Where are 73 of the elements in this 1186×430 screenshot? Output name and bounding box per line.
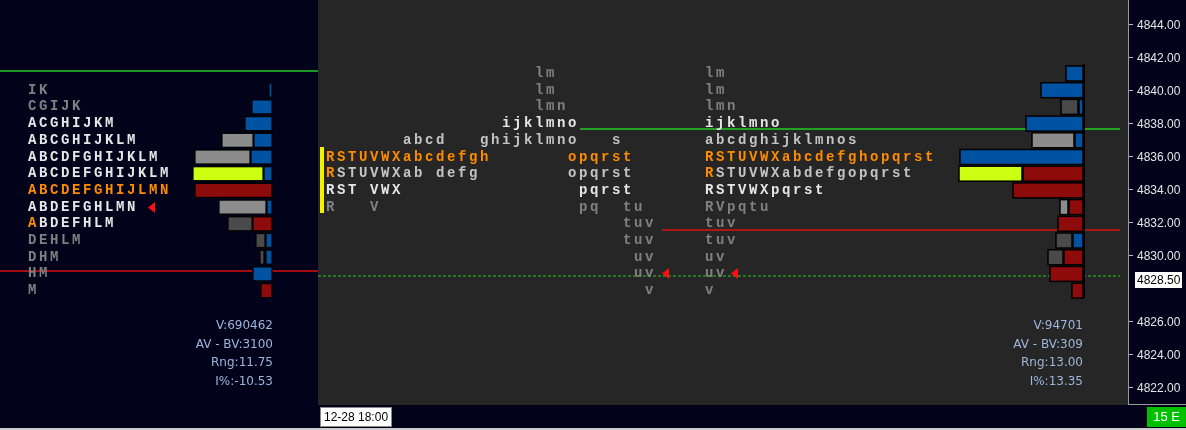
profile-stat: AV - BV:309: [1013, 335, 1083, 353]
profile-stat: V:94701: [1033, 317, 1083, 334]
profile-stat: V:690462: [215, 317, 273, 334]
tpo-letters: opqrst: [568, 165, 634, 182]
tpo-letters: CGIJK: [28, 98, 83, 116]
price-label: 4832.00: [1137, 215, 1181, 231]
tpo-letters: defg: [436, 165, 480, 182]
tpo-letters: ijklmno: [705, 115, 782, 132]
tpo-letters: ABDEFGHLMN: [28, 198, 138, 216]
price-label: 4830.00: [1137, 248, 1181, 264]
tpo-letters: ACGHIJKM: [28, 115, 116, 132]
profile-stat: I%:13.35: [1029, 372, 1083, 390]
tpo-letters: RSTUVWXab: [326, 165, 426, 182]
tpo-letters: abcdghijklmnos: [705, 131, 860, 149]
tpo-letters: v: [705, 282, 716, 299]
tpo-letters: uv: [634, 265, 656, 283]
tpo-letters: M: [28, 282, 39, 299]
time-cursor-label: 12-28 18:00: [320, 406, 393, 427]
price-label: 4834.00: [1137, 182, 1181, 198]
range-bar: [320, 147, 324, 213]
tpo-letters: lm: [705, 81, 727, 99]
tpo-letters: RSTUVWXabdefgopqrst: [705, 165, 915, 182]
tpo-letters: VWX: [370, 181, 403, 199]
price-label: 4822.00: [1137, 380, 1181, 396]
tpo-letters: ijklmno: [502, 115, 579, 132]
tpo-letters: DEHLM: [28, 232, 83, 249]
tpo-letters: lm: [705, 65, 727, 82]
tpo-letters: ghijklmno: [480, 131, 579, 149]
tpo-letters: uv: [705, 248, 727, 266]
tpo-letters: RST: [326, 181, 359, 199]
tpo-letters: ABCDEFGHIJKLM: [28, 165, 172, 182]
price-label: 4840.00: [1137, 83, 1181, 99]
profile-stat: I%:-10.53: [215, 372, 273, 390]
price-label: 4838.00: [1137, 116, 1181, 132]
tpo-letters: pq: [579, 198, 601, 216]
status-badge: 15 E: [1147, 406, 1186, 427]
profile-stat: Rng:11.75: [211, 354, 273, 371]
profile-stat: AV - BV:3100: [195, 335, 273, 353]
tpo-letters: RSTUVWXabcdefgh: [326, 148, 492, 166]
tpo-letters: RSTUVWXabcdefghopqrst: [705, 148, 937, 166]
tpo-letters: ABCDEFGHIJLMN: [28, 181, 172, 199]
tpo-letters: v: [645, 282, 656, 299]
tpo-letters: tu: [623, 198, 645, 216]
tpo-letters: uv: [705, 265, 727, 283]
tpo-letters: lmn: [535, 98, 568, 116]
price-label: 4826.00: [1137, 314, 1181, 330]
tpo-letters: tuv: [705, 232, 738, 249]
price-label: 4842.00: [1137, 50, 1181, 66]
tpo-letters: pqrst: [579, 181, 634, 199]
price-label: 4824.00: [1137, 347, 1181, 363]
price-label: 4836.00: [1137, 149, 1181, 165]
current-price-label: 4828.50: [1135, 272, 1183, 288]
tpo-letters: R: [326, 198, 337, 216]
tpo-letters: ABCDFGHIJKLM: [28, 148, 161, 166]
tpo-letters: RVpqtu: [705, 198, 771, 216]
profile-stat: Rng:13.00: [1021, 354, 1083, 371]
tpo-letters: IK: [28, 81, 50, 99]
tpo-letters: tuv: [705, 215, 738, 232]
tpo-letters: tuv: [623, 232, 656, 249]
tpo-letters: lm: [535, 81, 557, 99]
tpo-letters: s: [612, 131, 623, 149]
tpo-letters: A BDEFHLM: [28, 215, 117, 232]
tpo-letters: lm: [535, 65, 557, 82]
tpo-letters: RSTVWXpqrst: [705, 181, 826, 199]
tpo-letters: abcd: [403, 131, 447, 149]
tpo-letters: ABCGHIJKLM: [28, 131, 138, 149]
tpo-letters: V: [370, 198, 381, 216]
tpo-letters: opqrst: [568, 148, 634, 166]
tpo-letters: DHM: [28, 248, 61, 266]
tpo-letters: uv: [634, 248, 656, 266]
tpo-letters: tuv: [623, 215, 656, 232]
tpo-letters: lmn: [705, 98, 738, 116]
price-label: 4844.00: [1137, 17, 1181, 33]
